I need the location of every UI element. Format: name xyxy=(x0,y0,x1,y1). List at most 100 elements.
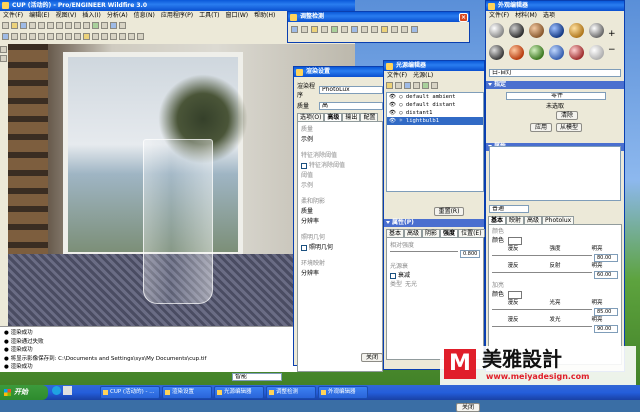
shininess-slider[interactable] xyxy=(492,309,592,315)
smart-filter-select[interactable]: 智能 xyxy=(232,373,282,381)
tab-config[interactable]: 配置 xyxy=(360,113,379,121)
shininess-value[interactable]: 85.00 xyxy=(594,308,618,316)
clear-button[interactable]: 清除 xyxy=(556,111,578,120)
light-properties-section[interactable]: 属性(P) xyxy=(384,219,484,227)
menu-file[interactable]: 文件(F) xyxy=(3,11,23,20)
add-material-button[interactable]: + xyxy=(608,29,616,39)
taskbar-button-proe[interactable]: CUP (活动的) - ... xyxy=(100,386,160,399)
light-editor-close-button[interactable]: 关闭 xyxy=(456,403,480,412)
light-reset-button[interactable]: 重置(R) xyxy=(434,207,464,216)
light-icon[interactable] xyxy=(301,26,308,33)
highlight-color-swatch[interactable] xyxy=(508,290,523,299)
apply-button[interactable]: 应用 xyxy=(530,123,552,132)
taskbar-button-light-editor[interactable]: 光源编辑器 xyxy=(214,386,264,399)
scene-dialog-close-button[interactable]: × xyxy=(459,13,468,22)
duplicate-light-icon[interactable] xyxy=(422,82,429,89)
render-icon[interactable] xyxy=(351,26,358,33)
effects-icon[interactable] xyxy=(321,26,328,33)
orient-icon[interactable] xyxy=(20,33,27,40)
menu-help[interactable]: 帮助(H) xyxy=(254,11,275,20)
material-name-field[interactable]: 白-自灯 xyxy=(489,69,621,77)
highlight-value[interactable]: 90.00 xyxy=(594,325,618,333)
datum-axes-icon[interactable] xyxy=(137,33,144,40)
appearance-tab-photolux[interactable]: Photolux xyxy=(542,216,575,224)
email-icon[interactable] xyxy=(38,22,45,29)
taskbar-button-appearance[interactable]: 外观编辑器 xyxy=(318,386,368,399)
saved-views-icon[interactable] xyxy=(65,33,72,40)
menu-edit[interactable]: 编辑(E) xyxy=(29,11,49,20)
color-icon[interactable] xyxy=(411,26,418,33)
menu-applications[interactable]: 应用程序(P) xyxy=(161,11,193,20)
undo-icon[interactable] xyxy=(47,22,54,29)
appearance-menu-materials[interactable]: 材料(M) xyxy=(515,11,537,20)
taskbar-button-scene[interactable]: 调整检测 xyxy=(266,386,316,399)
zoom-in-icon[interactable] xyxy=(29,33,36,40)
light-tab-shadow[interactable]: 阴影 xyxy=(422,229,441,237)
light-tab-basic[interactable]: 基本 xyxy=(386,229,405,237)
appearance-tab-map[interactable]: 映射 xyxy=(506,216,525,224)
scene-dialog-titlebar[interactable]: 调整检测 × xyxy=(288,12,469,22)
material-sphere[interactable] xyxy=(529,44,544,60)
material-sphere[interactable] xyxy=(489,44,504,60)
material-sphere[interactable] xyxy=(549,23,564,38)
light-tab-advanced[interactable]: 高级 xyxy=(404,229,423,237)
light-geometry-checkbox[interactable]: 照明几何 xyxy=(301,243,379,253)
spotlight-icon[interactable] xyxy=(381,26,388,33)
appearance-icon[interactable] xyxy=(391,26,398,33)
no-hidden-icon[interactable] xyxy=(110,33,117,40)
windows-icon[interactable] xyxy=(119,22,126,29)
start-button[interactable]: 开始 xyxy=(0,385,48,400)
taskbar-button-render-settings[interactable]: 渲染设置 xyxy=(162,386,212,399)
menu-insert[interactable]: 插入(I) xyxy=(82,11,100,20)
spin-center-icon[interactable] xyxy=(11,33,18,40)
color-swatch[interactable] xyxy=(508,236,523,245)
light-list-item[interactable]: 👁 ○ distant1 xyxy=(387,109,483,117)
open-icon[interactable] xyxy=(11,22,18,29)
find-icon[interactable] xyxy=(101,22,108,29)
tab-advanced[interactable]: 高级 xyxy=(324,113,343,121)
appearance-editor-titlebar[interactable]: 外观编辑器 xyxy=(486,1,624,11)
quality-select[interactable]: 高 xyxy=(319,101,383,110)
appearance-menu-options[interactable]: 选项 xyxy=(543,11,555,20)
ie-quicklaunch-icon[interactable] xyxy=(52,386,61,395)
light-tab-intensity[interactable]: 强度 xyxy=(440,229,459,237)
main-window-titlebar[interactable]: CUP (活动的) - Pro/ENGINEER Wildfire 3.0 xyxy=(0,0,355,11)
material-type-select[interactable]: 普通 xyxy=(489,205,529,213)
print-icon[interactable] xyxy=(29,22,36,29)
render-settings-titlebar[interactable]: 渲染设置 xyxy=(294,67,385,77)
reorient-icon[interactable] xyxy=(56,33,63,40)
material-sphere[interactable] xyxy=(589,23,604,38)
select-icon[interactable] xyxy=(110,22,117,29)
light-tab-position[interactable]: 位置(E) xyxy=(458,229,485,237)
menu-view[interactable]: 视图(V) xyxy=(56,11,77,20)
diffuse-slider[interactable] xyxy=(492,255,592,261)
intensity-value-field[interactable]: 0.800 xyxy=(460,250,480,258)
light-list-item[interactable]: 👁 ○ default ambient xyxy=(387,93,483,101)
material-sphere[interactable] xyxy=(569,23,584,38)
room-icon[interactable] xyxy=(311,26,318,33)
intensity-slider[interactable] xyxy=(390,251,458,257)
hidden-line-icon[interactable] xyxy=(101,33,108,40)
material-sphere[interactable] xyxy=(569,44,584,60)
menu-tools[interactable]: 工具(T) xyxy=(199,11,219,20)
render-window-icon[interactable] xyxy=(341,26,348,33)
material-sphere[interactable] xyxy=(509,44,524,60)
layers-icon[interactable] xyxy=(74,33,81,40)
light-list-item[interactable]: 👁 ○ default distant xyxy=(387,101,483,109)
wireframe-icon[interactable] xyxy=(92,33,99,40)
add-sky-icon[interactable] xyxy=(413,82,420,89)
light-list-item-selected[interactable]: 👁 ☼ lightbulb1 xyxy=(387,117,483,125)
delete-light-icon[interactable] xyxy=(431,82,438,89)
render-settings-close-button[interactable]: 关闭 xyxy=(361,353,383,362)
light-menu-file[interactable]: 文件(F) xyxy=(387,71,407,80)
regenerate-icon[interactable] xyxy=(92,22,99,29)
sketch-tool-icon[interactable] xyxy=(0,46,7,53)
attenuation-checkbox[interactable]: 衰减 xyxy=(390,271,480,280)
add-spot-icon[interactable] xyxy=(404,82,411,89)
menu-info[interactable]: 信息(N) xyxy=(134,11,155,20)
from-model-button[interactable]: 从模型 xyxy=(556,123,582,132)
tab-output[interactable]: 输出 xyxy=(342,113,361,121)
light-menu-light[interactable]: 光源(L) xyxy=(413,71,433,80)
datum-planes-icon[interactable] xyxy=(128,33,135,40)
shading-icon[interactable] xyxy=(119,33,126,40)
